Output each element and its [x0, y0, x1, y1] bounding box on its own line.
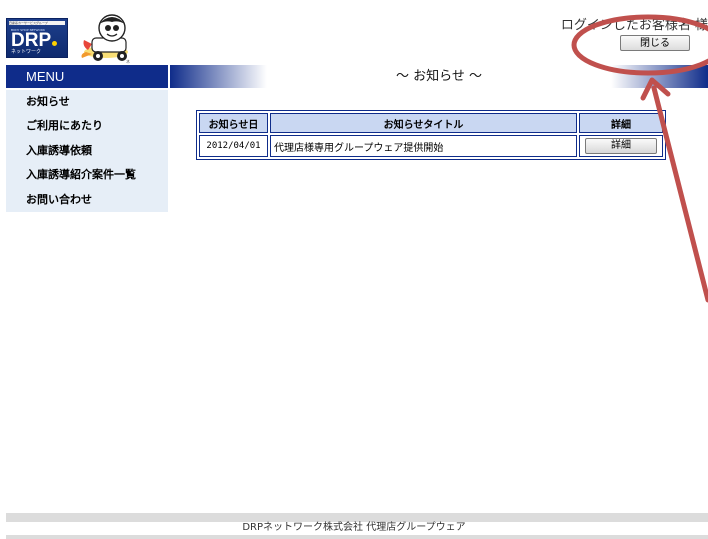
header-date: お知らせ日 — [199, 113, 268, 133]
footer-text: DRPネットワーク株式会社 代理店グループウェア — [242, 522, 466, 533]
logo-brand: DRP — [11, 30, 58, 51]
close-button[interactable]: 閉じる — [620, 35, 690, 51]
menu-item-usage[interactable]: ご利用にあたり — [6, 114, 168, 138]
news-detail-cell: 詳細 — [579, 135, 663, 157]
footer-bar-bottom — [6, 535, 708, 539]
header-detail: 詳細 — [579, 113, 663, 133]
detail-button[interactable]: 詳細 — [585, 138, 657, 154]
menu-item-news[interactable]: お知らせ — [6, 90, 168, 114]
logo-tagline: 日産系カーサービスグループ — [9, 21, 65, 25]
svg-text:ネ: ネ — [126, 58, 130, 64]
footer-bar-top — [6, 513, 708, 522]
logo-brand-sub: ネットワーク — [11, 49, 42, 55]
news-title: 代理店様専用グループウェア提供開始 — [270, 135, 577, 157]
menu-item-contact[interactable]: お問い合わせ — [6, 188, 168, 212]
menu-item-request[interactable]: 入庫誘導依頼 — [6, 139, 168, 163]
menu-item-referral-list[interactable]: 入庫誘導紹介案件一覧 — [6, 163, 168, 187]
logo-dot-icon — [52, 41, 58, 46]
login-user-name: ログインしたお客様名 様 — [560, 18, 708, 33]
menu-header: MENU — [6, 65, 168, 88]
table-header-row: お知らせ日 お知らせタイトル 詳細 — [199, 113, 663, 133]
drp-logo: 日産系カーサービスグループ BODY SHOP NETWORK DRP ネットワ… — [6, 18, 68, 58]
side-menu: お知らせ ご利用にあたり 入庫誘導依頼 入庫誘導紹介案件一覧 お問い合わせ — [6, 90, 168, 212]
news-table: お知らせ日 お知らせタイトル 詳細 2012/04/01 代理店様専用グループウ… — [196, 110, 666, 160]
news-date: 2012/04/01 — [199, 135, 268, 157]
page-title: ～ お知らせ ～ — [170, 65, 708, 88]
logo-brand-text: DRP — [11, 30, 52, 51]
header-title: お知らせタイトル — [270, 113, 577, 133]
mascot-icon: ネ — [81, 14, 130, 64]
table-row: 2012/04/01 代理店様専用グループウェア提供開始 詳細 — [199, 135, 663, 157]
